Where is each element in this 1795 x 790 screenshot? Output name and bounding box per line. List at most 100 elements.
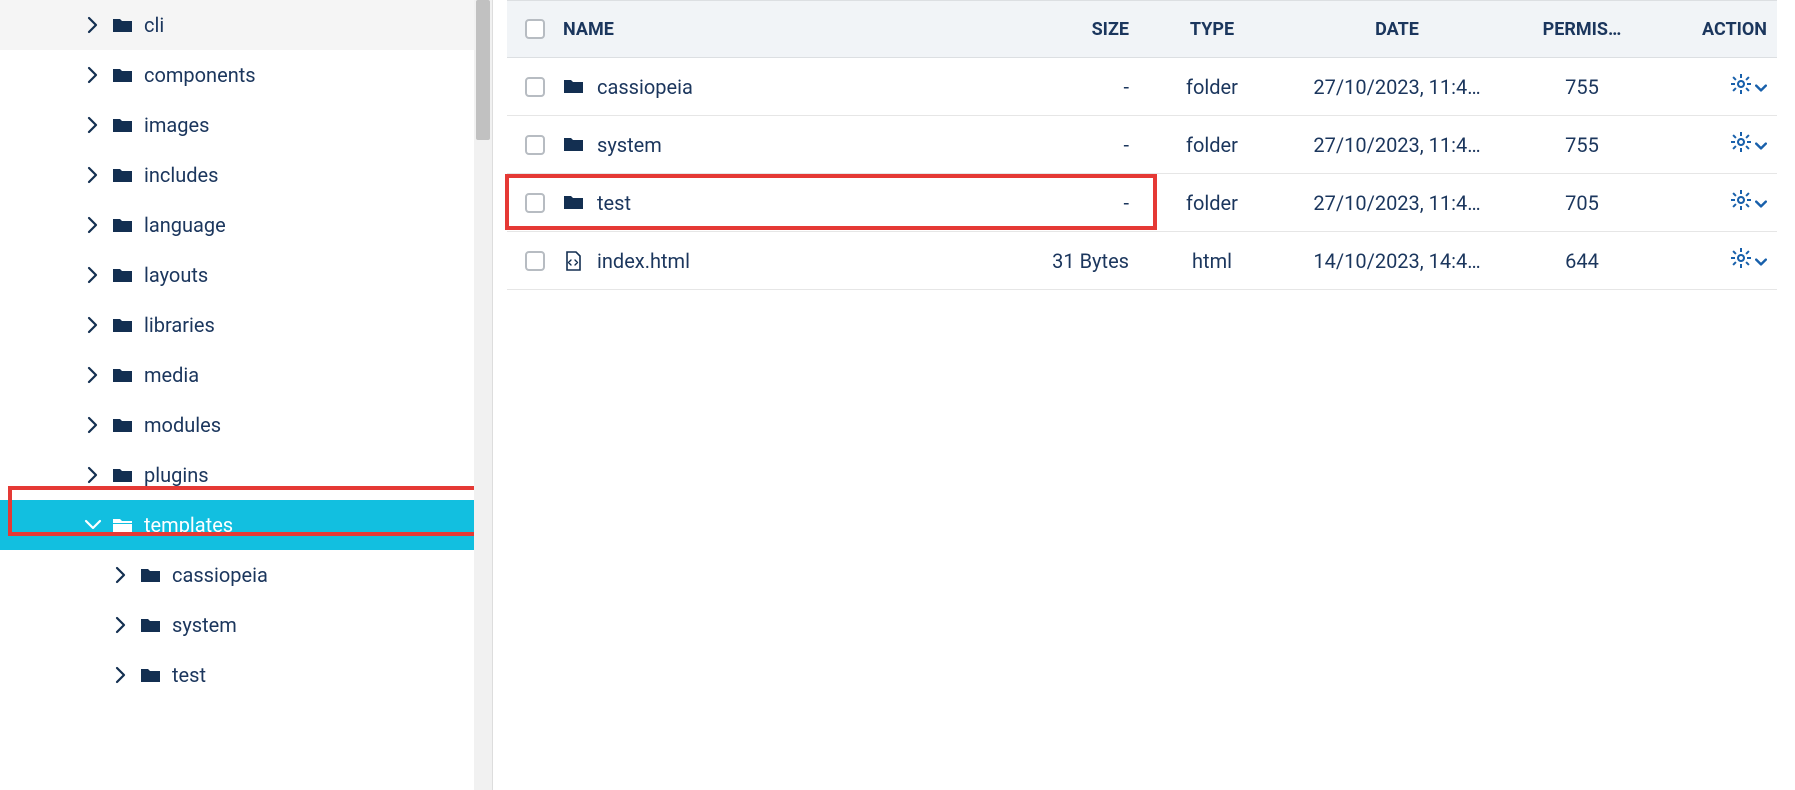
row-action-menu[interactable] [1731, 74, 1767, 99]
table-row[interactable]: cassiopeia-folder27/10/2023, 11:4…755 [507, 58, 1777, 116]
row-permissions: 644 [1507, 249, 1657, 273]
header-type[interactable]: TYPE [1137, 19, 1287, 40]
row-action-menu[interactable] [1731, 132, 1767, 157]
row-checkbox[interactable] [525, 193, 545, 213]
row-size: - [997, 191, 1137, 215]
row-size: - [997, 75, 1137, 99]
sidebar-scrollbar[interactable] [474, 0, 492, 790]
row-action-menu[interactable] [1731, 248, 1767, 273]
row-action-cell [1657, 248, 1777, 273]
tree-item-cli[interactable]: cli [0, 0, 492, 50]
row-name: system [597, 133, 662, 157]
tree-item-layouts[interactable]: layouts [0, 250, 492, 300]
table-row[interactable]: system-folder27/10/2023, 11:4…755 [507, 116, 1777, 174]
row-permissions: 755 [1507, 75, 1657, 99]
header-action: ACTION [1657, 19, 1777, 40]
chevron-right-icon[interactable] [84, 416, 102, 434]
folder-icon [112, 216, 134, 234]
row-action-cell [1657, 190, 1777, 215]
tree-item-label: layouts [144, 263, 208, 287]
table-row[interactable]: test-folder27/10/2023, 11:4…705 [507, 174, 1777, 232]
row-checkbox[interactable] [525, 77, 545, 97]
row-type: html [1137, 249, 1287, 273]
folder-icon [563, 77, 585, 97]
tree-item-templates[interactable]: templates [0, 500, 492, 550]
tree-item-label: includes [144, 163, 218, 187]
chevron-right-icon[interactable] [84, 166, 102, 184]
tree-item-cassiopeia[interactable]: cassiopeia [0, 550, 492, 600]
chevron-down-icon[interactable] [84, 516, 102, 534]
folder-icon [140, 566, 162, 584]
row-name-cell[interactable]: index.html [563, 249, 997, 273]
row-size: 31 Bytes [997, 249, 1137, 273]
row-checkbox[interactable] [525, 251, 545, 271]
scrollbar-thumb[interactable] [476, 0, 490, 140]
tree-item-modules[interactable]: modules [0, 400, 492, 450]
chevron-right-icon[interactable] [84, 16, 102, 34]
row-date: 27/10/2023, 11:4… [1287, 133, 1507, 157]
folder-icon [140, 616, 162, 634]
chevron-right-icon[interactable] [112, 666, 130, 684]
row-type: folder [1137, 191, 1287, 215]
row-permissions: 705 [1507, 191, 1657, 215]
chevron-right-icon[interactable] [84, 266, 102, 284]
row-action-cell [1657, 74, 1777, 99]
tree-item-images[interactable]: images [0, 100, 492, 150]
row-checkbox-col [507, 251, 563, 271]
tree-item-media[interactable]: media [0, 350, 492, 400]
tree-item-includes[interactable]: includes [0, 150, 492, 200]
row-checkbox-col [507, 135, 563, 155]
chevron-right-icon[interactable] [84, 366, 102, 384]
tree-item-system[interactable]: system [0, 600, 492, 650]
folder-open-icon [112, 516, 134, 534]
row-action-cell [1657, 132, 1777, 157]
row-date: 27/10/2023, 11:4… [1287, 75, 1507, 99]
row-name-cell[interactable]: cassiopeia [563, 75, 997, 99]
tree-item-test[interactable]: test [0, 650, 492, 700]
table-row[interactable]: index.html31 Byteshtml14/10/2023, 14:4…6… [507, 232, 1777, 290]
row-date: 27/10/2023, 11:4… [1287, 191, 1507, 215]
folder-icon [112, 366, 134, 384]
folder-icon [112, 166, 134, 184]
sidebar: clicomponentsimages includes language layou… [0, 0, 493, 790]
chevron-right-icon[interactable] [84, 466, 102, 484]
tree-item-language[interactable]: language [0, 200, 492, 250]
tree-item-label: templates [144, 513, 233, 537]
tree-item-plugins[interactable]: plugins [0, 450, 492, 500]
chevron-right-icon[interactable] [112, 566, 130, 584]
gear-icon [1731, 248, 1751, 273]
row-checkbox-col [507, 193, 563, 213]
folder-icon [140, 666, 162, 684]
gear-icon [1731, 132, 1751, 157]
header-size[interactable]: SIZE [997, 19, 1137, 40]
folder-icon [112, 266, 134, 284]
row-permissions: 755 [1507, 133, 1657, 157]
tree-item-libraries[interactable]: libraries [0, 300, 492, 350]
gear-icon [1731, 74, 1751, 99]
folder-icon [112, 66, 134, 84]
header-name[interactable]: NAME [563, 19, 997, 40]
gear-icon [1731, 190, 1751, 215]
folder-icon [112, 466, 134, 484]
chevron-right-icon[interactable] [84, 216, 102, 234]
tree-item-label: test [172, 663, 206, 687]
row-name-cell[interactable]: test [563, 191, 997, 215]
chevron-down-icon [1755, 133, 1767, 157]
row-checkbox-col [507, 77, 563, 97]
folder-icon [112, 416, 134, 434]
header-permissions[interactable]: PERMIS… [1507, 19, 1657, 40]
chevron-right-icon[interactable] [84, 116, 102, 134]
row-size: - [997, 133, 1137, 157]
folder-icon [112, 316, 134, 334]
chevron-right-icon[interactable] [112, 616, 130, 634]
row-type: folder [1137, 75, 1287, 99]
header-date[interactable]: DATE [1287, 19, 1507, 40]
select-all-checkbox[interactable] [525, 19, 545, 39]
row-checkbox[interactable] [525, 135, 545, 155]
row-date: 14/10/2023, 14:4… [1287, 249, 1507, 273]
chevron-right-icon[interactable] [84, 316, 102, 334]
row-name-cell[interactable]: system [563, 133, 997, 157]
tree-item-components[interactable]: components [0, 50, 492, 100]
row-action-menu[interactable] [1731, 190, 1767, 215]
chevron-right-icon[interactable] [84, 66, 102, 84]
